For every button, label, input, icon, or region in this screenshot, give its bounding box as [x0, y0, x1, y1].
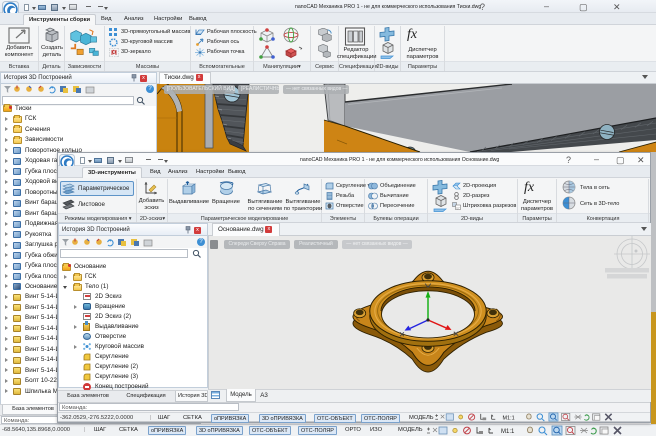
svg-text:М1:1: М1:1 [503, 415, 515, 421]
svg-text:М1:1: М1:1 [501, 429, 515, 435]
